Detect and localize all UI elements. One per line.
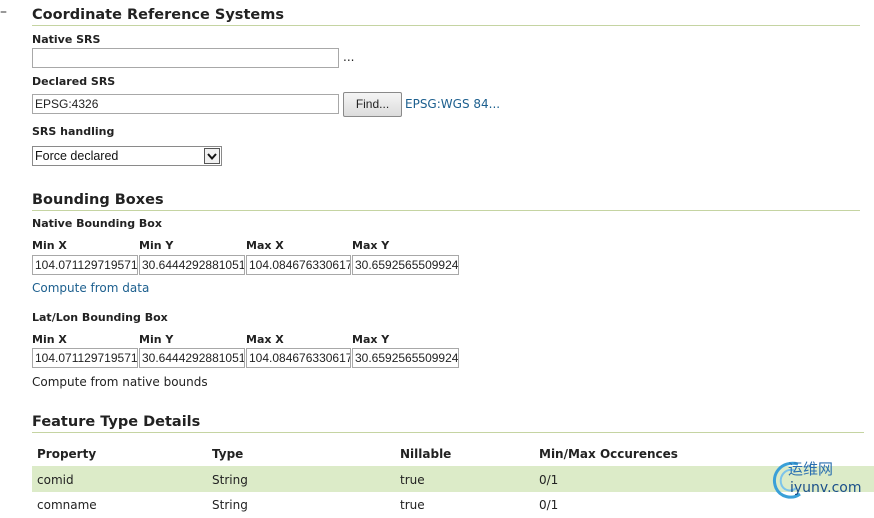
latlon-miny-input[interactable]: 30.6444292881051 xyxy=(139,348,245,368)
chevron-down-icon[interactable] xyxy=(204,148,220,164)
compute-from-data-link[interactable]: Compute from data xyxy=(32,281,149,295)
feature-type-section-divider xyxy=(32,432,864,433)
table-row[interactable]: comid String true 0/1 xyxy=(32,466,874,492)
native-minx-header: Min X xyxy=(32,239,67,252)
native-miny-input[interactable]: 30.6444292881051 xyxy=(139,255,245,275)
crs-section-divider xyxy=(32,25,860,26)
native-maxx-input[interactable]: 104.084676330617 xyxy=(246,255,351,275)
nillable-column-header: Nillable xyxy=(400,447,452,461)
latlon-maxy-header: Max Y xyxy=(352,333,390,346)
bbox-section-title: Bounding Boxes xyxy=(32,192,164,208)
native-srs-input[interactable] xyxy=(32,48,339,68)
type-column-header: Type xyxy=(212,447,244,461)
collapse-marker[interactable]: – xyxy=(0,4,7,20)
srs-handling-value: Force declared xyxy=(35,149,119,163)
declared-srs-link[interactable]: EPSG:WGS 84... xyxy=(405,97,500,111)
latlon-minx-header: Min X xyxy=(32,333,67,346)
occurrences-cell: 0/1 xyxy=(539,473,559,487)
watermark-logo: 运维网 iyunv.com xyxy=(768,456,872,502)
type-cell: String xyxy=(212,473,248,487)
compute-from-native-bounds-link[interactable]: Compute from native bounds xyxy=(32,375,208,389)
native-minx-input[interactable]: 104.071129719571 xyxy=(32,255,138,275)
find-srs-button[interactable]: Find... xyxy=(343,92,402,117)
watermark-en-text: iyunv.com xyxy=(790,480,862,496)
table-row[interactable]: comname String true 0/1 xyxy=(32,492,874,518)
property-cell: comname xyxy=(37,498,97,512)
srs-handling-label: SRS handling xyxy=(32,125,115,138)
native-miny-header: Min Y xyxy=(139,239,174,252)
property-column-header: Property xyxy=(37,447,97,461)
native-maxx-header: Max X xyxy=(246,239,284,252)
nillable-cell: true xyxy=(400,473,425,487)
native-srs-more-link[interactable]: ... xyxy=(343,50,354,64)
latlon-minx-input[interactable]: 104.071129719571 xyxy=(32,348,138,368)
latlon-maxx-input[interactable]: 104.084676330617 xyxy=(246,348,351,368)
nillable-cell: true xyxy=(400,498,425,512)
watermark-cn-text: 运维网 xyxy=(788,460,834,478)
occurrences-column-header: Min/Max Occurences xyxy=(539,447,678,461)
occurrences-cell: 0/1 xyxy=(539,498,559,512)
bbox-section-divider xyxy=(32,210,860,211)
latlon-bbox-label: Lat/Lon Bounding Box xyxy=(32,311,168,324)
latlon-maxy-input[interactable]: 30.6592565509924 xyxy=(352,348,459,368)
native-srs-label: Native SRS xyxy=(32,33,101,46)
latlon-maxx-header: Max X xyxy=(246,333,284,346)
type-cell: String xyxy=(212,498,248,512)
native-bbox-label: Native Bounding Box xyxy=(32,217,162,230)
feature-type-section-title: Feature Type Details xyxy=(32,414,201,430)
native-maxy-input[interactable]: 30.6592565509924 xyxy=(352,255,459,275)
srs-handling-select[interactable]: Force declared xyxy=(32,146,222,166)
native-maxy-header: Max Y xyxy=(352,239,390,252)
crs-section-title: Coordinate Reference Systems xyxy=(32,7,284,23)
property-cell: comid xyxy=(37,473,74,487)
latlon-miny-header: Min Y xyxy=(139,333,174,346)
declared-srs-label: Declared SRS xyxy=(32,75,116,88)
declared-srs-input[interactable]: EPSG:4326 xyxy=(32,94,339,114)
